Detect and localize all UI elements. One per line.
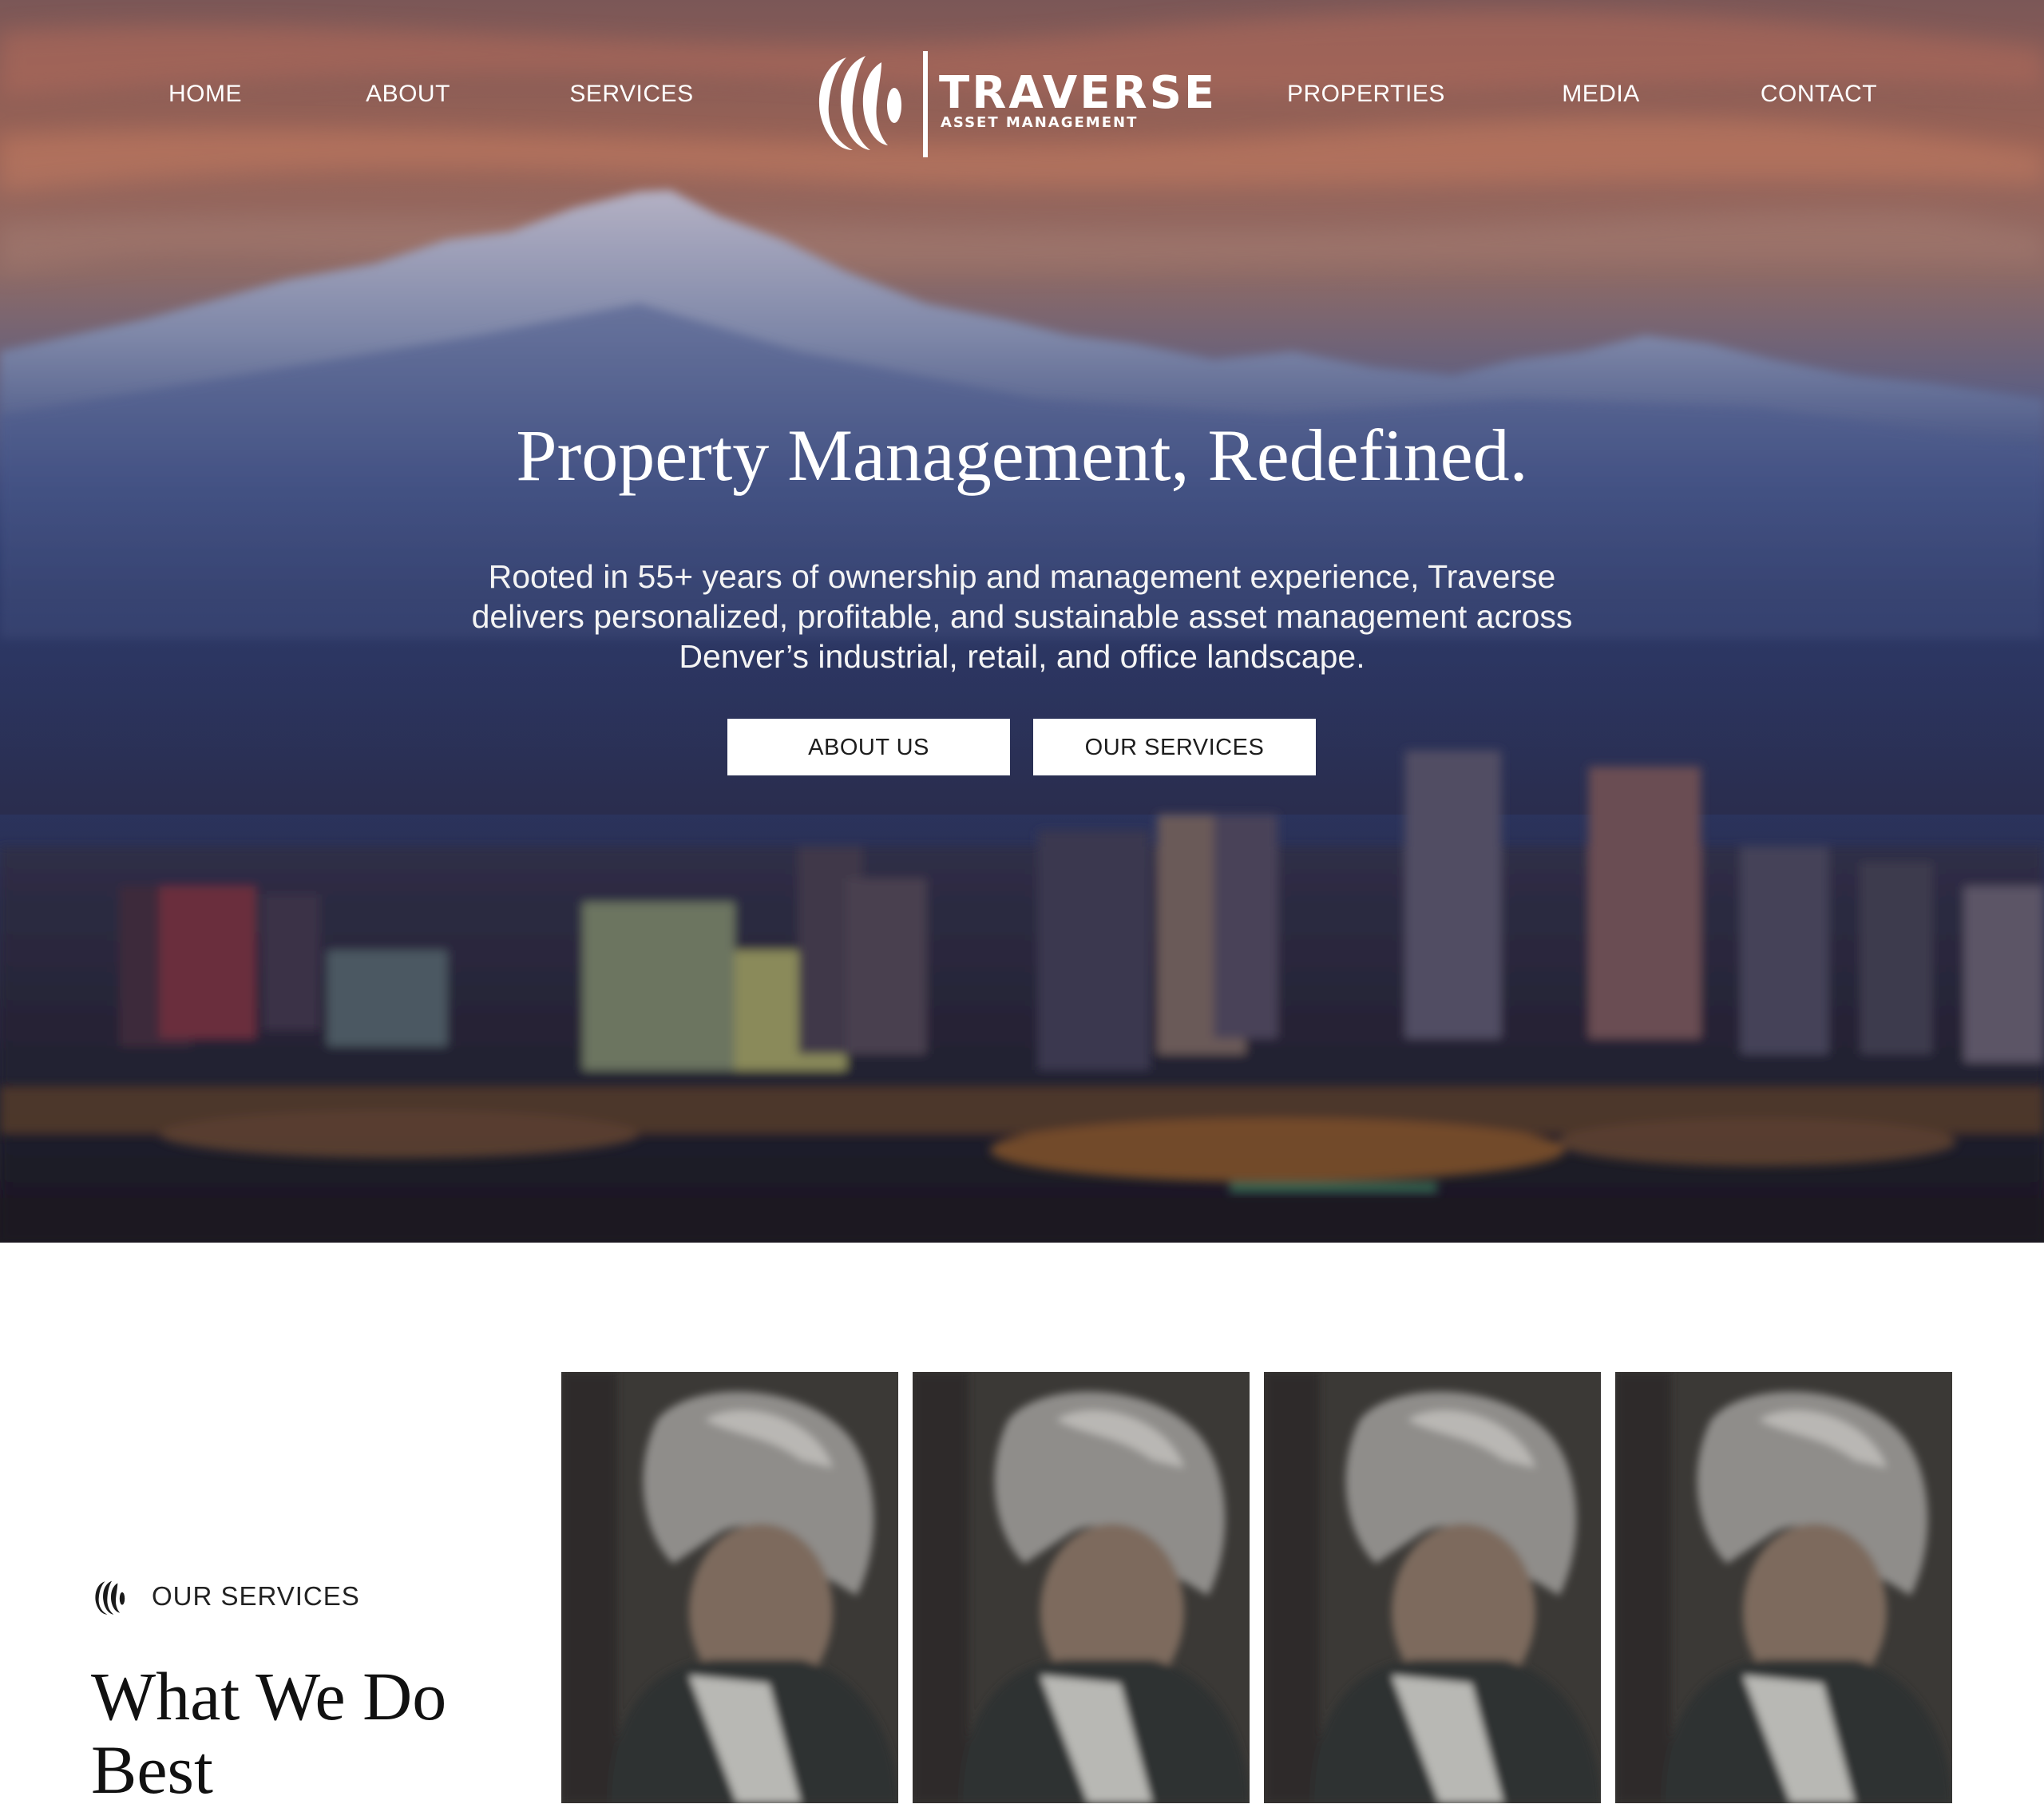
hero-title: Property Management, Redefined. xyxy=(516,414,1528,496)
our-services-button[interactable]: OUR SERVICES xyxy=(1033,719,1316,775)
person-portrait-image xyxy=(1264,1372,1601,1803)
services-heading: What We Do Best xyxy=(91,1658,447,1808)
nav-home-link[interactable]: HOME xyxy=(149,78,262,110)
person-portrait-image xyxy=(913,1372,1250,1803)
traverse-rings-icon xyxy=(95,1580,125,1615)
logo-divider xyxy=(923,51,928,157)
hero-section: HOME ABOUT SERVICES TRAVERSE ASSET MANAG… xyxy=(0,0,2044,1243)
service-card-1[interactable] xyxy=(561,1372,898,1803)
nav-about-link[interactable]: ABOUT xyxy=(351,78,465,110)
nav-media-link[interactable]: MEDIA xyxy=(1557,78,1645,110)
traverse-logo[interactable]: TRAVERSE ASSET MANAGEMENT xyxy=(813,48,1214,160)
service-card-2[interactable] xyxy=(913,1372,1250,1803)
person-portrait-image xyxy=(561,1372,898,1803)
services-eyebrow-label: OUR SERVICES xyxy=(152,1581,360,1611)
service-card-4[interactable] xyxy=(1615,1372,1952,1803)
nav-properties-link[interactable]: PROPERTIES xyxy=(1287,78,1444,110)
traverse-rings-icon xyxy=(818,56,901,150)
person-portrait-image xyxy=(1615,1372,1952,1803)
about-us-button[interactable]: ABOUT US xyxy=(727,719,1010,775)
hero-subtitle: Rooted in 55+ years of ownership and man… xyxy=(471,558,1573,675)
logo-subtitle: ASSET MANAGEMENT xyxy=(941,114,1139,131)
service-card-3[interactable] xyxy=(1264,1372,1601,1803)
nav-services-link[interactable]: SERVICES xyxy=(559,78,704,110)
nav-contact-link[interactable]: CONTACT xyxy=(1757,78,1881,110)
